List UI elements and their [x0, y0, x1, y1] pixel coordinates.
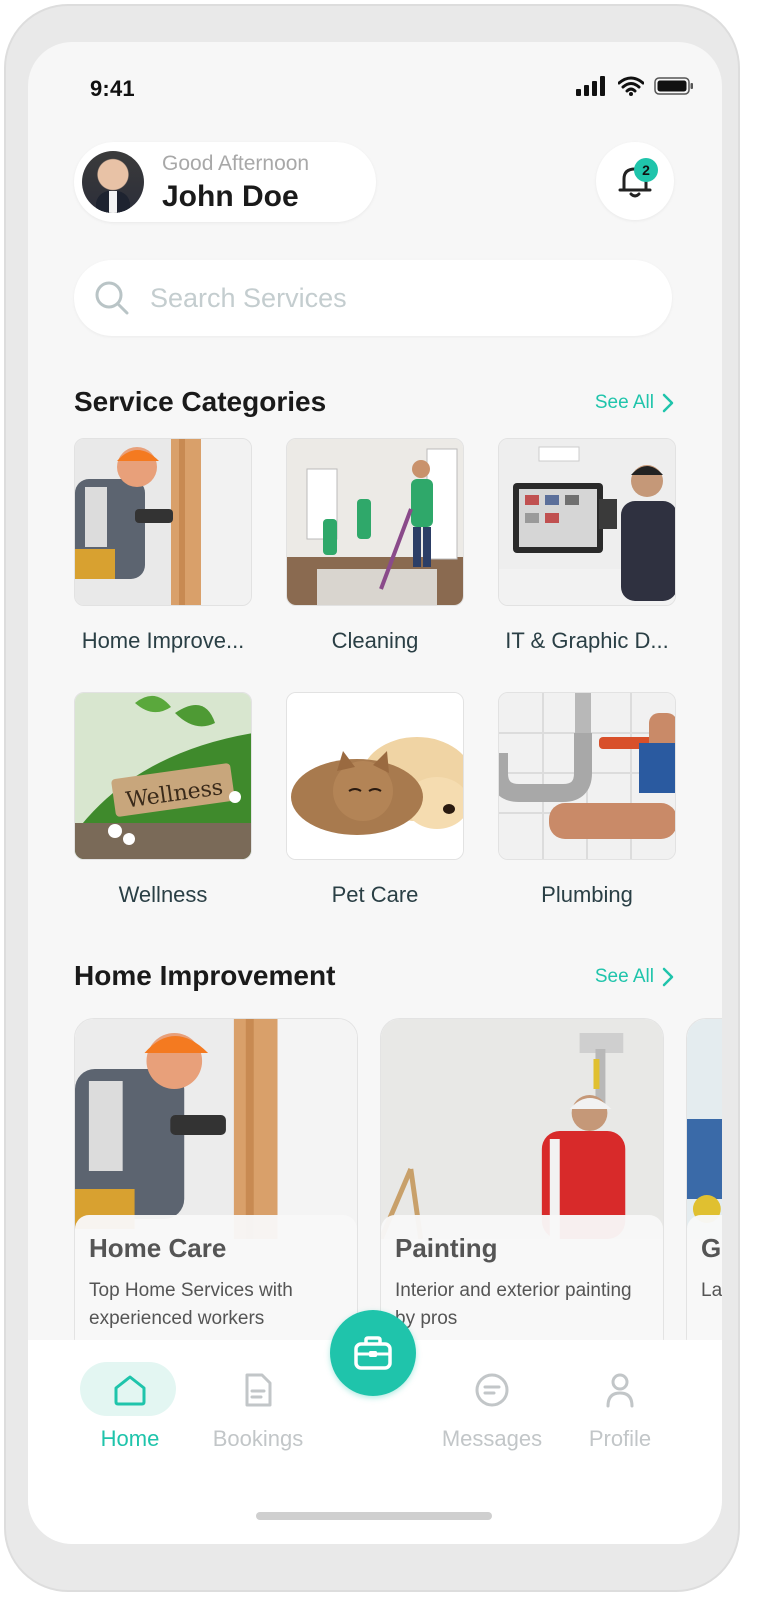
painting-image	[381, 1019, 663, 1239]
user-name: John Doe	[162, 180, 299, 213]
avatar[interactable]	[82, 151, 144, 213]
it-graphic-design-image	[499, 439, 675, 605]
nav-label: Bookings	[212, 1426, 304, 1451]
home-icon	[114, 1375, 146, 1406]
category-tile-it-graphic-design[interactable]	[498, 438, 676, 606]
pet-care-image	[287, 693, 463, 859]
device-frame: 9:41 Good Afternoon John Doe 2 Search Se…	[4, 4, 740, 1592]
status-time: 9:41	[90, 76, 135, 101]
category-tile-pet-care[interactable]	[286, 692, 464, 860]
service-card-description: Interior and exterior painting by pros	[395, 1280, 632, 1329]
category-label: IT & Graphic D...	[505, 628, 669, 653]
see-all-label: See All	[594, 392, 654, 413]
service-card-partial[interactable]: G La m	[686, 1018, 722, 1358]
search-bar[interactable]	[74, 260, 672, 336]
greeting-text: Good Afternoon	[162, 152, 310, 175]
category-tile-plumbing[interactable]	[498, 692, 676, 860]
app-screen: 9:41 Good Afternoon John Doe 2 Search Se…	[28, 42, 722, 1544]
category-tile-wellness[interactable]: Wellness	[74, 692, 252, 860]
partial-card-image	[687, 1019, 722, 1239]
message-icon	[475, 1373, 509, 1407]
greeting-card[interactable]: Good Afternoon John Doe	[74, 142, 376, 222]
nav-label: Messages	[441, 1426, 543, 1451]
service-card-info: Painting Interior and exterior painting …	[381, 1215, 663, 1357]
category-label: Plumbing	[541, 882, 633, 907]
categories-title: Service Categories	[74, 386, 327, 417]
nav-item-home[interactable]: Home	[70, 1352, 190, 1452]
nav-label: Home	[100, 1426, 160, 1451]
chevron-right-icon	[662, 967, 674, 987]
category-label: Home Improve...	[81, 628, 245, 653]
category-label: Pet Care	[331, 882, 419, 907]
user-icon	[606, 1373, 634, 1408]
document-icon	[245, 1373, 272, 1407]
wellness-image: Wellness	[75, 693, 251, 859]
category-tile-home-improvement[interactable]	[74, 438, 252, 606]
service-card-description: La m	[701, 1280, 722, 1301]
service-card-info: G La m	[687, 1215, 722, 1357]
service-card-home-care[interactable]: Home Care Top Home Services with experie…	[74, 1018, 358, 1358]
nav-item-bookings[interactable]: Bookings	[198, 1352, 318, 1452]
search-input[interactable]	[150, 282, 630, 314]
wifi-icon	[618, 76, 644, 96]
briefcase-icon	[354, 1336, 392, 1370]
category-tile-cleaning[interactable]	[286, 438, 464, 606]
category-label: Cleaning	[331, 628, 419, 653]
notifications-button[interactable]: 2	[596, 142, 674, 220]
service-card-title: Home Care	[89, 1233, 227, 1263]
service-card-description: Top Home Services with experienced worke…	[89, 1280, 293, 1329]
nav-label: Profile	[588, 1426, 652, 1451]
service-card-title: Painting	[395, 1233, 498, 1263]
status-icons	[576, 76, 694, 96]
home-care-image	[75, 1019, 357, 1239]
category-label: Wellness	[118, 882, 208, 907]
notification-badge: 2	[634, 158, 658, 182]
cleaning-image	[287, 439, 463, 605]
service-card-painting[interactable]: Painting Interior and exterior painting …	[380, 1018, 664, 1358]
chevron-right-icon	[662, 393, 674, 413]
battery-icon	[654, 77, 693, 95]
nav-item-profile[interactable]: Profile	[560, 1352, 680, 1452]
nav-item-messages[interactable]: Messages	[432, 1352, 552, 1452]
signal-icon	[576, 76, 605, 96]
categories-see-all-link[interactable]: See All	[595, 392, 674, 414]
home-improvement-image	[75, 439, 251, 605]
see-all-label: See All	[594, 966, 654, 987]
home-improvement-see-all-link[interactable]: See All	[595, 966, 674, 988]
service-card-title: G	[701, 1233, 722, 1263]
status-bar: 9:41	[28, 42, 722, 132]
services-fab-button[interactable]	[330, 1310, 416, 1396]
search-icon	[95, 281, 129, 315]
service-card-info: Home Care Top Home Services with experie…	[75, 1215, 357, 1357]
home-indicator	[256, 1512, 492, 1520]
home-improvement-title: Home Improvement	[74, 960, 336, 991]
plumbing-image	[499, 693, 675, 859]
